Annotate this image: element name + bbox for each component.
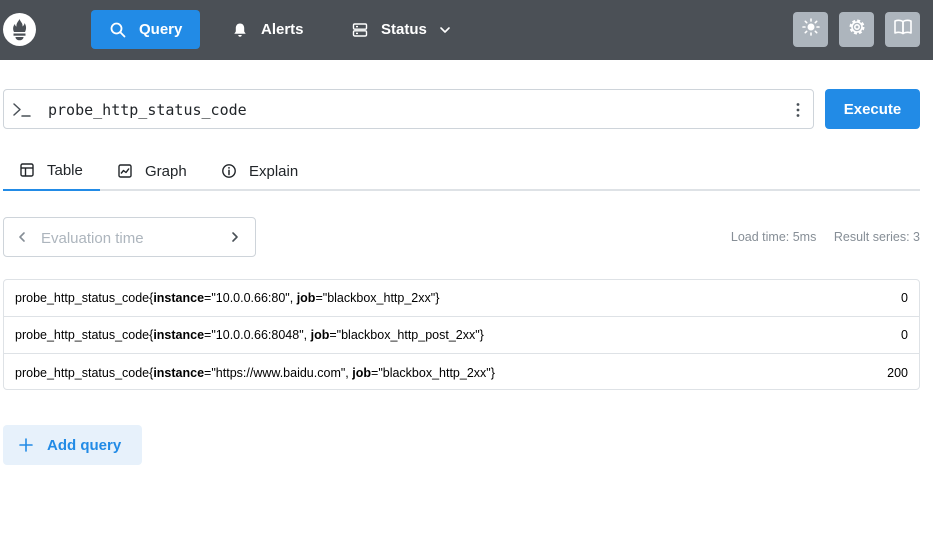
table-icon (19, 162, 35, 178)
search-icon (110, 22, 126, 38)
result-series-count: Result series: 3 (833, 230, 920, 244)
table-row: probe_http_status_code{instance="10.0.0.… (4, 280, 919, 317)
theme-toggle-button[interactable] (793, 12, 828, 47)
load-time: Load time: 5ms (730, 230, 817, 244)
nav-query-button[interactable]: Query (91, 10, 200, 49)
table-row: probe_http_status_code{instance="10.0.0.… (4, 317, 919, 354)
more-options-icon[interactable] (795, 100, 801, 120)
terminal-prompt-icon (12, 101, 32, 119)
series-value: 0 (901, 328, 908, 342)
prometheus-logo-icon[interactable] (3, 13, 36, 46)
gear-icon (847, 17, 867, 42)
documentation-button[interactable] (885, 12, 920, 47)
bell-icon (232, 22, 248, 38)
graph-icon (117, 163, 133, 179)
tab-graph[interactable]: Graph (117, 151, 187, 191)
query-stats: Load time: 5ms Result series: 3 (731, 230, 920, 244)
nav-status-label: Status (381, 21, 427, 38)
result-tabs: Table Graph Explain (3, 151, 920, 191)
book-icon (893, 17, 913, 42)
info-icon (221, 163, 237, 179)
chevron-down-icon (439, 24, 451, 36)
evaluation-time-input[interactable] (41, 227, 231, 249)
results-table: probe_http_status_code{instance="10.0.0.… (3, 279, 920, 390)
tab-table-label: Table (47, 161, 83, 179)
tab-explain-label: Explain (249, 162, 299, 180)
evaluation-time-picker (3, 217, 256, 257)
add-query-label: Add query (47, 436, 122, 454)
chevron-left-icon[interactable] (14, 229, 30, 245)
series-name[interactable]: probe_http_status_code{instance="10.0.0.… (15, 328, 484, 342)
table-row: probe_http_status_code{instance="https:/… (4, 354, 919, 389)
sun-icon (801, 18, 820, 41)
top-navbar: Query Alerts Status (0, 0, 933, 60)
plus-icon (18, 437, 34, 453)
settings-button[interactable] (839, 12, 874, 47)
tab-explain[interactable]: Explain (221, 151, 298, 191)
series-name[interactable]: probe_http_status_code{instance="https:/… (15, 366, 495, 380)
tab-graph-label: Graph (145, 162, 187, 180)
nav-status-dropdown[interactable]: Status (342, 10, 464, 49)
tab-table[interactable]: Table (3, 151, 100, 191)
nav-alerts-label: Alerts (261, 21, 304, 38)
series-name[interactable]: probe_http_status_code{instance="10.0.0.… (15, 291, 439, 305)
series-value: 0 (901, 291, 908, 305)
server-icon (352, 22, 368, 38)
chevron-right-icon[interactable] (227, 229, 243, 245)
expression-input-box (3, 89, 814, 129)
nav-query-label: Query (139, 21, 183, 38)
expression-input[interactable] (48, 98, 768, 122)
series-value: 200 (887, 365, 908, 380)
nav-alerts-button[interactable]: Alerts (222, 10, 322, 49)
execute-button[interactable]: Execute (825, 89, 920, 129)
add-query-button[interactable]: Add query (3, 425, 142, 465)
